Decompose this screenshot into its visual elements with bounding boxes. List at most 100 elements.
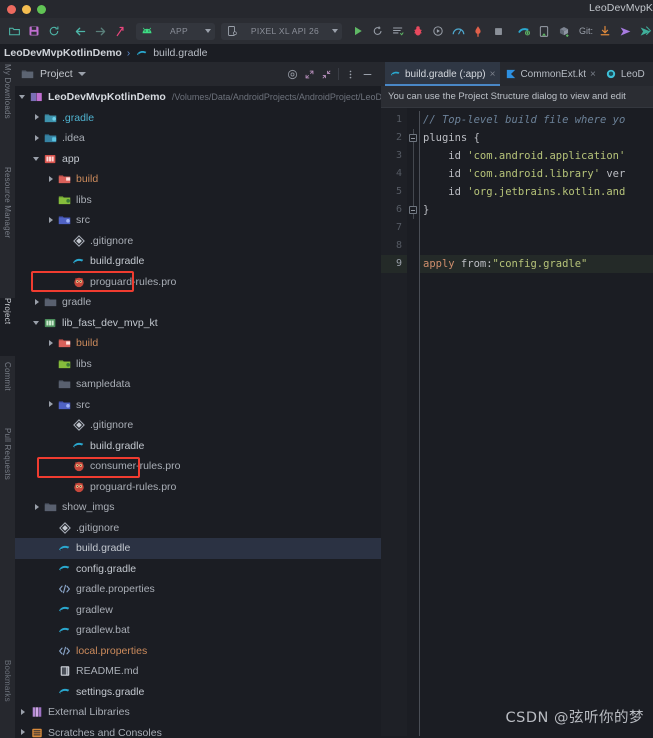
tree-row[interactable]: build.gradle: [15, 538, 381, 559]
tree-row[interactable]: libs: [15, 190, 381, 211]
debug-attach-icon[interactable]: [368, 21, 388, 41]
tree-row[interactable]: show_imgs: [15, 497, 381, 518]
tree-row[interactable]: Scratches and Consoles: [15, 723, 381, 738]
chevron-right-icon[interactable]: [47, 400, 56, 409]
code-line[interactable]: [419, 237, 653, 255]
tree-row[interactable]: src: [15, 395, 381, 416]
chevron-right-icon[interactable]: [33, 298, 42, 307]
run-configuration-selector[interactable]: APP: [136, 22, 215, 40]
sidebar-item-bookmarks[interactable]: Bookmarks: [0, 660, 15, 732]
close-window-button[interactable]: [7, 4, 16, 14]
tree-row[interactable]: gradlew.bat: [15, 620, 381, 641]
back-arrow-icon[interactable]: [70, 21, 90, 41]
tree-row[interactable]: build.gradle: [15, 436, 381, 457]
tree-row[interactable]: settings.gradle: [15, 682, 381, 703]
tree-row[interactable]: gradlew: [15, 600, 381, 621]
code-line[interactable]: id 'com.android.library' ver: [419, 165, 653, 183]
chevron-down-icon[interactable]: [33, 318, 42, 327]
maximize-window-button[interactable]: [37, 4, 46, 14]
sync-icon[interactable]: [44, 21, 64, 41]
tree-row[interactable]: app: [15, 149, 381, 170]
tree-row[interactable]: External Libraries: [15, 702, 381, 723]
collapse-all-icon[interactable]: [318, 66, 335, 83]
tree-row[interactable]: local.properties: [15, 641, 381, 662]
code-line[interactable]: id 'com.android.application': [419, 147, 653, 165]
chevron-down-icon[interactable]: [77, 72, 86, 76]
bug-icon[interactable]: [408, 21, 428, 41]
code-editor[interactable]: 1 2 3 4 5 6 7 8 9 // Top-level build file where …: [381, 108, 653, 736]
expand-all-icon[interactable]: [301, 66, 318, 83]
chevron-right-icon[interactable]: [19, 728, 28, 737]
tree-row[interactable]: consumer-rules.pro: [15, 456, 381, 477]
breadcrumb-root[interactable]: LeoDevMvpKotlinDemo: [4, 47, 122, 59]
hide-icon[interactable]: [359, 66, 376, 83]
layout-inspector-icon[interactable]: [468, 21, 488, 41]
tree-row[interactable]: build.gradle: [15, 251, 381, 272]
chevron-down-icon[interactable]: [33, 154, 42, 163]
tree-row[interactable]: .gitignore: [15, 231, 381, 252]
chevron-right-icon[interactable]: [19, 708, 28, 717]
code-folding-column[interactable]: [407, 108, 419, 736]
tree-row[interactable]: gradle: [15, 292, 381, 313]
apply-changes-icon[interactable]: [388, 21, 408, 41]
chevron-right-icon[interactable]: [47, 216, 56, 225]
open-folder-icon[interactable]: [4, 21, 24, 41]
tree-row[interactable]: proguard-rules.pro: [15, 272, 381, 293]
chevron-right-icon[interactable]: [33, 503, 42, 512]
code-line[interactable]: apply from:"config.gradle": [419, 255, 653, 273]
more-options-icon[interactable]: [342, 66, 359, 83]
chevron-down-icon[interactable]: [19, 93, 28, 102]
forward-arrow-icon[interactable]: [90, 21, 110, 41]
tab-commonext-kt[interactable]: CommonExt.kt ×: [500, 62, 600, 86]
tree-row[interactable]: .idea: [15, 128, 381, 149]
tree-row[interactable]: build: [15, 333, 381, 354]
project-tree[interactable]: LeoDevMvpKotlinDemo/Volumes/Data/Android…: [15, 86, 382, 738]
profile-icon[interactable]: [428, 21, 448, 41]
push-icon[interactable]: [635, 21, 653, 41]
sidebar-item-commit[interactable]: Commit: [0, 362, 15, 414]
code-line[interactable]: [419, 219, 653, 237]
sidebar-item-pull-requests[interactable]: Pull Requests: [0, 428, 15, 512]
tree-row[interactable]: src: [15, 210, 381, 231]
tree-row[interactable]: config.gradle: [15, 559, 381, 580]
tree-row[interactable]: LeoDevMvpKotlinDemo/Volumes/Data/Android…: [15, 87, 382, 108]
minimize-window-button[interactable]: [22, 4, 31, 14]
target-icon[interactable]: [284, 66, 301, 83]
sidebar-item-resource-manager[interactable]: Resource Manager: [0, 167, 15, 267]
tree-row[interactable]: README.md: [15, 661, 381, 682]
code-line[interactable]: plugins {: [419, 129, 653, 147]
chevron-down-icon[interactable]: [332, 29, 338, 33]
tree-row[interactable]: libs: [15, 354, 381, 375]
code-line[interactable]: }: [419, 201, 653, 219]
stop-icon[interactable]: [488, 21, 508, 41]
sidebar-item-project[interactable]: Project: [0, 298, 15, 356]
sdk-manager-icon[interactable]: [554, 21, 574, 41]
save-icon[interactable]: [24, 21, 44, 41]
tree-row[interactable]: .gitignore: [15, 415, 381, 436]
update-project-icon[interactable]: [595, 21, 615, 41]
chevron-right-icon[interactable]: [47, 175, 56, 184]
tree-row[interactable]: proguard-rules.pro: [15, 477, 381, 498]
avd-manager-icon[interactable]: [534, 21, 554, 41]
run-anything-icon[interactable]: [110, 21, 130, 41]
chevron-right-icon[interactable]: [33, 113, 42, 122]
tree-row[interactable]: build: [15, 169, 381, 190]
chevron-down-icon[interactable]: [205, 29, 211, 33]
chevron-right-icon[interactable]: [33, 134, 42, 143]
run-icon[interactable]: [348, 21, 368, 41]
commit-icon[interactable]: [615, 21, 635, 41]
tab-leod[interactable]: LeoD: [601, 62, 650, 86]
tree-row[interactable]: sampledata: [15, 374, 381, 395]
tree-row[interactable]: .gitignore: [15, 518, 381, 539]
code-line[interactable]: // Top-level build file where yo: [419, 111, 653, 129]
tree-row[interactable]: gradle.properties: [15, 579, 381, 600]
tree-row[interactable]: lib_fast_dev_mvp_kt: [15, 313, 381, 334]
close-icon[interactable]: ×: [490, 69, 496, 80]
gradle-sync-icon[interactable]: [514, 21, 534, 41]
tab-build-gradle-app[interactable]: build.gradle (:app) ×: [385, 62, 501, 86]
close-icon[interactable]: ×: [590, 69, 596, 80]
window-controls[interactable]: [0, 4, 46, 14]
breadcrumb-file[interactable]: build.gradle: [153, 47, 207, 59]
tree-row[interactable]: .gradle: [15, 108, 381, 129]
sidebar-item-my-downloads[interactable]: My Downloads: [0, 64, 15, 136]
